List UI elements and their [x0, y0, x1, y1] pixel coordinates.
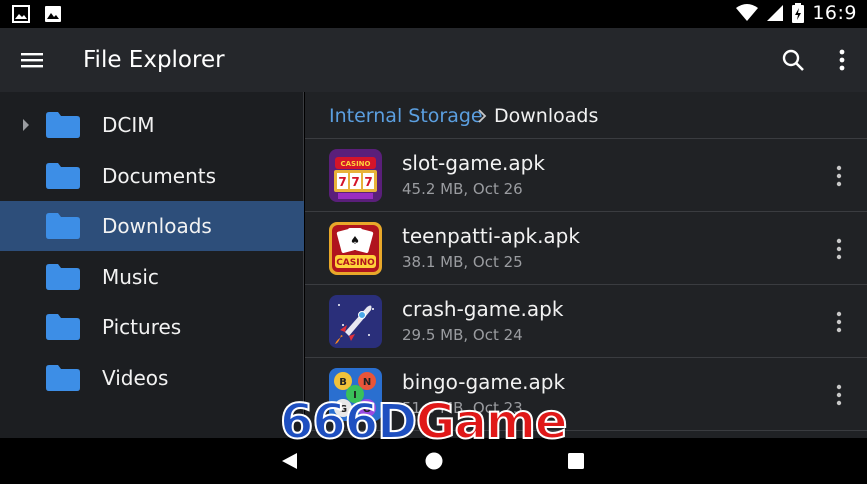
file-name: teenpatti-apk.apk: [402, 224, 580, 248]
file-meta: 29.5 MB, Oct 24: [402, 326, 523, 344]
watermark-part2: Game: [415, 394, 568, 450]
search-icon[interactable]: [781, 48, 805, 72]
file-name: bingo-game.apk: [402, 370, 566, 394]
sidebar-item-label: Music: [102, 265, 159, 289]
sidebar-item-videos[interactable]: Videos: [0, 353, 304, 403]
clock: 16:9: [812, 2, 857, 24]
sidebar-item-pictures[interactable]: Pictures: [0, 302, 304, 352]
casino-cards-icon: ♠ CASINO: [329, 222, 382, 275]
back-icon[interactable]: [280, 451, 300, 471]
more-vert-icon[interactable]: [830, 237, 848, 261]
battery-icon: [792, 3, 805, 23]
file-meta: 38.1 MB, Oct 25: [402, 253, 523, 271]
sidebar-item-label: Downloads: [102, 214, 212, 238]
home-icon[interactable]: [424, 451, 444, 471]
file-row-slot-game[interactable]: CASINO 7 7 7 slot-game.apk 45.2 MB, Oct …: [305, 139, 867, 212]
more-vert-icon[interactable]: [832, 48, 852, 72]
more-vert-icon[interactable]: [830, 383, 848, 407]
hamburger-menu-icon[interactable]: [20, 48, 44, 72]
app-title: File Explorer: [83, 47, 225, 73]
file-row-crash-game[interactable]: crash-game.apk 29.5 MB, Oct 24: [305, 285, 867, 358]
svg-text:♠: ♠: [350, 234, 360, 247]
folder-icon: [46, 314, 80, 340]
svg-text:B: B: [339, 377, 347, 388]
sidebar-item-music[interactable]: Music: [0, 252, 304, 302]
folder-icon: [46, 112, 80, 138]
breadcrumb: Internal Storage Downloads: [305, 92, 867, 139]
slot-machine-icon: CASINO 7 7 7: [329, 149, 382, 202]
watermark-logo: 666DGame: [279, 397, 568, 447]
folder-icon: [46, 163, 80, 189]
svg-text:7: 7: [364, 175, 372, 189]
watermark-part1: 666D: [279, 394, 418, 450]
sidebar-item-downloads[interactable]: Downloads: [0, 201, 304, 251]
breadcrumb-current: Downloads: [494, 105, 599, 127]
more-vert-icon[interactable]: [830, 310, 848, 334]
recents-icon[interactable]: [567, 452, 585, 470]
svg-text:N: N: [363, 377, 371, 388]
more-vert-icon[interactable]: [830, 164, 848, 188]
signal-icon: [767, 5, 784, 21]
breadcrumb-root-link[interactable]: Internal Storage: [329, 105, 483, 127]
sidebar-item-documents[interactable]: Documents: [0, 151, 304, 201]
folder-icon: [46, 264, 80, 290]
chevron-right-icon: [478, 109, 487, 123]
sidebar-item-dcim[interactable]: DCIM: [0, 100, 304, 150]
sidebar-item-label: Documents: [102, 164, 217, 188]
file-row-teenpatti[interactable]: ♠ CASINO teenpatti-apk.apk 38.1 MB, Oct …: [305, 212, 867, 285]
rocket-icon: [329, 295, 382, 348]
status-bar: 16:9: [0, 0, 867, 28]
sidebar-item-label: Videos: [102, 366, 169, 390]
folder-icon: [46, 213, 80, 239]
expand-caret-icon[interactable]: [21, 117, 31, 133]
sidebar-item-label: DCIM: [102, 113, 155, 137]
folder-icon: [46, 365, 80, 391]
wifi-icon: [736, 4, 759, 21]
sidebar-item-label: Pictures: [102, 315, 182, 339]
file-list-panel: Internal Storage Downloads CASINO 7 7 7 …: [305, 92, 867, 438]
file-name: crash-game.apk: [402, 297, 564, 321]
photo-icon: [45, 6, 61, 22]
svg-text:7: 7: [338, 175, 346, 189]
svg-text:7: 7: [351, 175, 359, 189]
app-bar: File Explorer: [0, 28, 867, 92]
svg-text:CASINO: CASINO: [336, 258, 375, 268]
folder-sidebar: DCIM Documents Downloads Music Pictures …: [0, 92, 304, 438]
file-name: slot-game.apk: [402, 151, 545, 175]
file-meta: 45.2 MB, Oct 26: [402, 180, 523, 198]
svg-text:CASINO: CASINO: [340, 160, 370, 168]
image-icon: [12, 5, 30, 23]
